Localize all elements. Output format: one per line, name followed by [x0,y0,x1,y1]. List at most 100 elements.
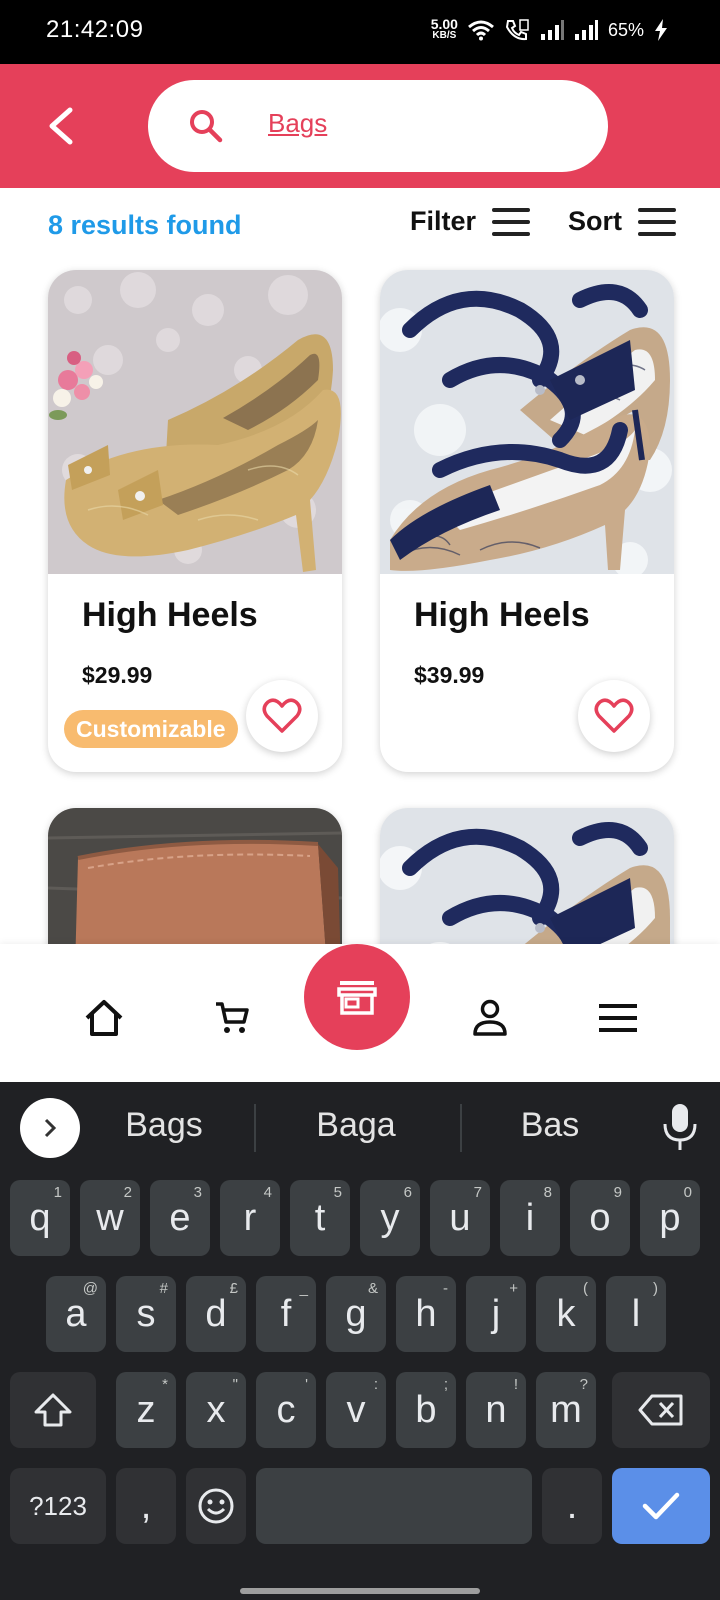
filter-button[interactable]: Filter [410,206,531,237]
emoji-icon [198,1488,234,1524]
suggestion-1[interactable]: Bags [74,1106,254,1145]
status-icons: 5.00 KB/S 65% [431,17,668,42]
results-count: 8 results found [48,210,242,240]
key-hint: 7 [473,1184,482,1201]
key-i[interactable]: i8 [500,1180,560,1256]
product-image[interactable] [48,270,342,574]
key-v[interactable]: v: [326,1372,386,1448]
key-n[interactable]: n! [466,1372,526,1448]
key-d[interactable]: d £ [186,1276,246,1352]
key-label: r [243,1196,257,1239]
suggestion-2[interactable]: Baga [266,1106,446,1145]
status-bar: 21:42:09 5.00 KB/S 65% [0,0,720,64]
key-label: t [314,1196,326,1239]
key-k[interactable]: k( [536,1276,596,1352]
key-h[interactable]: h- [396,1276,456,1352]
key-hint: 3 [193,1184,202,1201]
key-label: a [65,1292,87,1335]
space-key[interactable] [256,1468,532,1544]
key-hint: 5 [333,1184,342,1201]
key-u[interactable]: u7 [430,1180,490,1256]
backspace-key[interactable] [612,1372,710,1448]
key-hint: & [367,1280,378,1297]
key-hint: 8 [543,1184,552,1201]
shift-icon [34,1393,72,1427]
key-t[interactable]: t5 [290,1180,350,1256]
key-e[interactable]: e3 [150,1180,210,1256]
key-label: y [380,1196,400,1239]
key-hint: 1 [53,1184,62,1201]
microphone-icon[interactable] [660,1102,700,1152]
nav-menu[interactable] [594,994,642,1042]
key-label: z [136,1388,156,1431]
key-z[interactable]: z * [116,1372,176,1448]
key-x[interactable]: x " [186,1372,246,1448]
nav-home[interactable] [80,994,128,1042]
key-f[interactable]: f _ [256,1276,316,1352]
key-m[interactable]: m? [536,1372,596,1448]
key-b[interactable]: b; [396,1372,456,1448]
key-hint: ) [653,1280,658,1297]
key-hint: ? [579,1376,588,1393]
key-w[interactable]: w2 [80,1180,140,1256]
key-hint: + [509,1280,518,1297]
key-hint: " [232,1376,238,1393]
comma-key[interactable]: , [116,1468,176,1544]
key-hint: _ [299,1280,308,1297]
search-input[interactable]: Bags [268,108,327,139]
suggestion-3[interactable]: Bas [460,1106,640,1145]
sort-button[interactable]: Sort [568,206,676,237]
key-a[interactable]: a @ [46,1276,106,1352]
key-label: j [491,1292,501,1335]
key-label: l [631,1292,641,1335]
favorite-button[interactable] [578,680,650,752]
product-title: High Heels [414,596,590,634]
period-key[interactable]: . [542,1468,602,1544]
filter-label: Filter [410,206,477,236]
app-header: Bags [0,64,720,188]
key-hint: 9 [613,1184,622,1201]
key-hint: * [162,1376,168,1393]
key-s[interactable]: s # [116,1276,176,1352]
key-label: h [415,1292,437,1335]
home-icon [85,1000,123,1036]
customizable-badge: Customizable [64,710,238,748]
key-label: e [169,1196,191,1239]
key-g[interactable]: g & [326,1276,386,1352]
navy-lace-heels-image [380,270,674,574]
heart-icon [262,698,302,733]
key-label: q [29,1196,51,1239]
nav-store[interactable] [304,944,410,1050]
menu-icon [599,1004,637,1032]
search-field[interactable]: Bags [148,80,608,172]
expand-suggestions-button[interactable] [20,1098,80,1158]
emoji-key[interactable] [186,1468,246,1544]
symbols-key[interactable]: ?123 [10,1468,106,1544]
key-hint: 6 [403,1184,412,1201]
favorite-button[interactable] [246,680,318,752]
key-o[interactable]: o9 [570,1180,630,1256]
shift-key[interactable] [10,1372,96,1448]
key-j[interactable]: j + [466,1276,526,1352]
key-hint: # [159,1280,168,1297]
key-r[interactable]: r4 [220,1180,280,1256]
gold-lace-heels-image [48,270,342,574]
product-price: $39.99 [414,662,485,688]
key-y[interactable]: y6 [360,1180,420,1256]
back-button[interactable] [40,104,84,148]
key-q[interactable]: q1 [10,1180,70,1256]
key-label: g [345,1292,367,1335]
nav-cart[interactable] [208,994,256,1042]
nav-profile[interactable] [466,994,514,1042]
key-l[interactable]: l) [606,1276,666,1352]
enter-key[interactable] [612,1468,710,1544]
battery-charging-icon [655,19,667,41]
key-p[interactable]: p0 [640,1180,700,1256]
product-card[interactable]: High Heels $29.99 Customizable [48,270,342,772]
product-card[interactable]: High Heels $39.99 [380,270,674,772]
key-c[interactable]: c ' [256,1372,316,1448]
sort-lines-icon [638,207,676,236]
key-label: b [415,1388,437,1431]
status-time: 21:42:09 [46,16,144,43]
product-image[interactable] [380,270,674,574]
